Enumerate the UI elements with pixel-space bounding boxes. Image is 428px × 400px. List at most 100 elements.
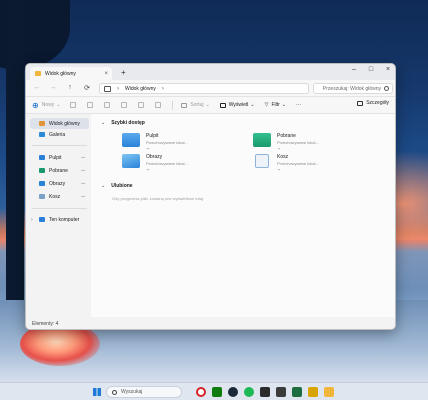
home-icon: [104, 85, 111, 92]
sidebar-item-downloads[interactable]: Pobrane ⊸: [30, 165, 89, 176]
tool-icon[interactable]: [308, 387, 318, 397]
details-pane-icon: [357, 100, 364, 106]
chevron-down-icon: ⌄: [250, 102, 255, 108]
item-location: Przechowywane lokal...: [277, 140, 319, 145]
item-name: Pulpit: [146, 133, 159, 139]
chevron-down-icon: ⌄: [101, 120, 106, 126]
pin-icon: ⊸: [146, 146, 150, 151]
close-button[interactable]: ×: [380, 66, 395, 73]
new-tab-button[interactable]: +: [121, 68, 126, 77]
pin-icon: ⊸: [277, 167, 281, 172]
sidebar-item-this-pc[interactable]: › Ten komputer: [30, 214, 89, 225]
recycle-bin-icon: [255, 154, 269, 168]
desktop-folder-icon: [122, 133, 140, 147]
chevron-down-icon: ⌄: [101, 183, 106, 189]
taskbar: Wyszukaj: [0, 382, 428, 400]
quick-access-pictures[interactable]: Obrazy Przechowywane lokal... ⊸: [122, 154, 188, 172]
quick-access-downloads[interactable]: Pobrane Przechowywane lokal... ⊸: [253, 133, 319, 151]
view-button[interactable]: Wyświetl ⌄: [219, 100, 255, 111]
search-input[interactable]: Przeszukaj: Widok główny: [313, 83, 393, 94]
desktop-icon: [39, 155, 45, 160]
plus-icon: ⊕: [32, 100, 39, 110]
app-icon[interactable]: [276, 387, 286, 397]
chevron-down-icon: ⌄: [281, 102, 286, 108]
excel-icon[interactable]: [292, 387, 302, 397]
forward-button[interactable]: →: [48, 84, 58, 91]
close-tab-icon[interactable]: ×: [104, 71, 108, 77]
filter-label: Filtr: [271, 102, 280, 108]
download-icon: [39, 168, 45, 173]
chevron-right-icon[interactable]: ›: [117, 86, 119, 92]
details-label: Szczegóły: [366, 100, 389, 106]
search-icon: [112, 389, 117, 395]
pin-icon[interactable]: ⊸: [81, 181, 85, 187]
view-label: Wyświetl: [228, 102, 249, 108]
breadcrumb-home[interactable]: Widok główny: [125, 86, 156, 92]
sort-button[interactable]: Sortuj ⌄: [181, 100, 210, 111]
app-icon[interactable]: [260, 387, 270, 397]
section-title: Szybki dostęp: [111, 120, 145, 126]
up-button[interactable]: ↑: [65, 84, 75, 91]
sidebar-item-desktop[interactable]: Pulpit ⊸: [30, 152, 89, 163]
item-name: Pobrane: [277, 133, 296, 139]
pin-icon[interactable]: ⊸: [81, 155, 85, 161]
sidebar-item-label: Pulpit: [49, 154, 62, 161]
view-icon: [219, 102, 226, 108]
home-icon: [39, 121, 45, 126]
delete-icon[interactable]: [155, 102, 162, 108]
sidebar-item-label: Obrazy: [49, 180, 66, 187]
pictures-icon: [39, 181, 45, 186]
titlebar[interactable]: Widok główny × + – □ ×: [26, 64, 395, 80]
sort-label: Sortuj: [190, 102, 204, 108]
favorites-header[interactable]: ⌄ Ulubione: [101, 183, 133, 189]
filter-button[interactable]: ▽ Filtr ⌄: [265, 100, 286, 111]
filter-icon: ▽: [264, 102, 269, 108]
quick-access-recycle-bin[interactable]: Kosz Przechowywane lokal... ⊸: [253, 154, 319, 172]
copy-icon[interactable]: [87, 102, 94, 108]
spotify-icon[interactable]: [244, 387, 254, 397]
item-location: Przechowywane lokal...: [146, 140, 188, 145]
share-icon[interactable]: [138, 102, 145, 108]
item-location: Przechowywane lokal...: [146, 161, 188, 166]
back-button[interactable]: ←: [32, 84, 42, 91]
sidebar-item-pictures[interactable]: Obrazy ⊸: [30, 178, 89, 189]
opera-icon[interactable]: [196, 387, 206, 397]
status-bar: Elementy: 4: [26, 317, 395, 329]
file-explorer-window[interactable]: Widok główny × + – □ × ← → ↑ ⟳ › Widok g…: [25, 63, 396, 330]
paste-icon[interactable]: [104, 102, 111, 108]
more-options-button[interactable]: ···: [296, 100, 301, 111]
sidebar-item-label: Widok główny: [49, 120, 80, 127]
sidebar-item-gallery[interactable]: Galeria: [30, 129, 89, 140]
sidebar-item-label: Galeria: [49, 131, 66, 138]
quick-access-desktop[interactable]: Pulpit Przechowywane lokal... ⊸: [122, 133, 188, 151]
minimize-button[interactable]: –: [346, 66, 362, 73]
file-explorer-icon[interactable]: [324, 387, 334, 397]
new-button[interactable]: ⊕ Nowy ⌄: [32, 100, 60, 111]
pin-icon[interactable]: ⊸: [81, 194, 85, 200]
chevron-right-icon[interactable]: ›: [31, 217, 33, 223]
quick-access-header[interactable]: ⌄ Szybki dostęp: [101, 120, 145, 126]
sidebar-item-recycle-bin[interactable]: Kosz ⊸: [30, 191, 89, 202]
chevron-right-icon[interactable]: ›: [162, 86, 164, 92]
tab-home[interactable]: Widok główny ×: [30, 67, 112, 80]
taskbar-search[interactable]: Wyszukaj: [106, 386, 182, 398]
steam-icon[interactable]: [228, 387, 238, 397]
address-bar[interactable]: › Widok główny ›: [99, 83, 309, 94]
xbox-icon[interactable]: [212, 387, 222, 397]
downloads-folder-icon: [253, 133, 271, 147]
pin-icon[interactable]: ⊸: [81, 168, 85, 174]
search-icon: [384, 86, 389, 91]
sidebar-item-home[interactable]: Widok główny: [30, 118, 89, 129]
rename-icon[interactable]: [121, 102, 128, 108]
maximize-button[interactable]: □: [363, 66, 379, 73]
windows-start-icon[interactable]: [93, 388, 101, 396]
chevron-down-icon: ⌄: [205, 102, 210, 108]
item-location: Przechowywane lokal...: [277, 161, 319, 166]
details-button[interactable]: Szczegóły: [357, 100, 389, 106]
sidebar-divider: [32, 208, 87, 209]
refresh-button[interactable]: ⟳: [82, 84, 92, 92]
pin-icon: ⊸: [146, 167, 150, 172]
folder-icon: [35, 71, 41, 76]
taskbar-search-placeholder: Wyszukaj: [121, 389, 143, 395]
cut-icon[interactable]: [70, 102, 77, 108]
